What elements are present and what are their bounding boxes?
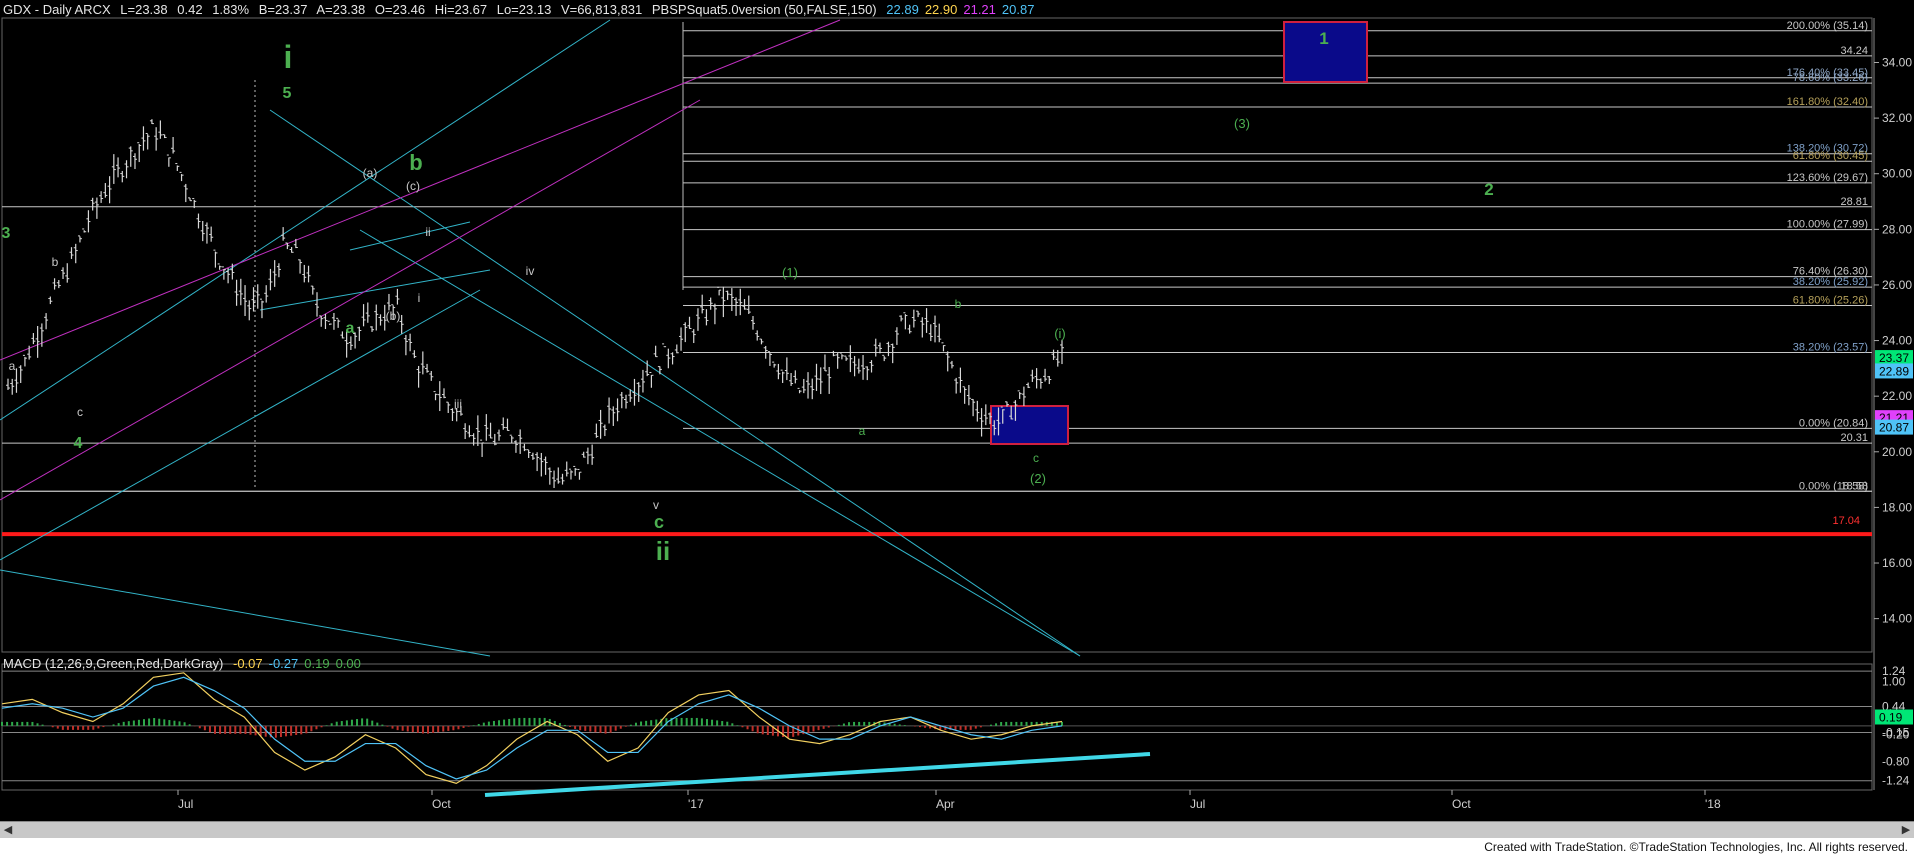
macd-value: -0.07	[232, 656, 263, 671]
wave-label: b	[409, 150, 422, 175]
wave-label: (2)	[1030, 471, 1046, 486]
wave-label: 4	[74, 435, 83, 452]
wave-label: 3	[2, 225, 11, 242]
fib-label: 161.80% (32.40)	[1787, 96, 1868, 108]
macd-value: 0.19	[304, 656, 330, 671]
fib-label: 78.60% (33.26)	[1793, 72, 1868, 84]
trend-channel-line	[0, 569, 491, 657]
price-chart[interactable]: 200.00% (35.14)34.24176.40% (33.45)78.60…	[0, 0, 1914, 821]
fib-label: 0.00% (18.58)	[1799, 480, 1868, 492]
macd-tick-label: -1.24	[1882, 774, 1910, 788]
x-axis-tick-label: '18	[1705, 797, 1721, 811]
y-axis-tick-label: 20.00	[1882, 445, 1912, 459]
wave-label: c	[654, 512, 664, 532]
y-axis-tick-label: 24.00	[1882, 334, 1912, 348]
wave-label: (1)	[782, 265, 798, 280]
wave-label: (i)	[1054, 326, 1066, 341]
x-axis-tick-label: Jul	[1190, 797, 1205, 811]
trend-channel-line	[0, 19, 611, 421]
fib-label: 17.04	[1832, 515, 1860, 527]
macd-tick-label: -0.80	[1882, 754, 1910, 768]
y-axis-tick-label: 34.00	[1882, 55, 1912, 69]
y-axis-tick-label: 32.00	[1882, 111, 1912, 125]
scroll-right-icon[interactable]: ▶	[1898, 822, 1914, 838]
copyright-footer: Created with TradeStation. ©TradeStation…	[1484, 840, 1908, 854]
macd-trendline	[484, 752, 1151, 797]
x-axis-tick-label: Oct	[1452, 797, 1471, 811]
macd-header: MACD (12,26,9,Green,Red,DarkGray) -0.07-…	[3, 656, 373, 671]
wave-label: (c)	[406, 179, 420, 193]
y-axis-tick-label: 28.00	[1882, 222, 1912, 236]
wave-label: b	[955, 297, 962, 311]
wave-label: (a)	[363, 166, 378, 180]
fib-label: 20.31	[1840, 432, 1868, 444]
footer-bar: Created with TradeStation. ©TradeStation…	[0, 838, 1914, 856]
fib-label: 34.24	[1840, 45, 1868, 57]
y-axis-tick-label: 26.00	[1882, 278, 1912, 292]
wave-label: c	[1033, 451, 1039, 465]
y-axis-tick-label: 22.00	[1882, 389, 1912, 403]
trend-channel-line	[349, 221, 471, 251]
price-tag-label: 23.37	[1879, 351, 1909, 365]
y-axis-tick-label: 16.00	[1882, 556, 1912, 570]
trend-channel-line	[0, 19, 841, 361]
price-tag-label: 22.89	[1879, 364, 1909, 378]
fib-label: 200.00% (35.14)	[1787, 20, 1868, 32]
x-axis-tick-label: '17	[688, 797, 704, 811]
horizontal-scrollbar[interactable]: ◀ ▶	[0, 821, 1914, 839]
macd-label: MACD (12,26,9,Green,Red,DarkGray)	[3, 656, 224, 671]
wave-label: v	[653, 498, 659, 512]
wave-label: a	[346, 320, 355, 337]
fib-label: 61.80% (30.45)	[1793, 150, 1868, 162]
x-axis-tick-label: Apr	[936, 797, 955, 811]
wave-label: a	[9, 359, 16, 373]
wave-label: 5	[283, 85, 292, 102]
fib-label: 61.80% (25.26)	[1793, 295, 1868, 307]
fib-label: 38.20% (23.57)	[1793, 342, 1868, 354]
wave-label: a	[859, 424, 866, 438]
wave-label: ii	[425, 225, 430, 239]
trend-channel-line	[0, 99, 701, 501]
y-axis-tick-label: 18.00	[1882, 500, 1912, 514]
wave-label: b	[52, 255, 59, 269]
macd-value: -0.27	[268, 656, 299, 671]
x-axis-tick-label: Oct	[432, 797, 451, 811]
wave-label: iii	[454, 397, 462, 411]
wave-label: iv	[526, 264, 535, 278]
macd-panel-frame	[1, 663, 1873, 791]
fib-label: 0.00% (20.84)	[1799, 417, 1868, 429]
wave-label: ii	[656, 536, 670, 566]
signal-line	[1, 676, 1063, 780]
y-axis-tick-label: 30.00	[1882, 167, 1912, 181]
macd-line	[1, 672, 1063, 785]
wave-label: i	[284, 39, 293, 75]
wave-label: (3)	[1234, 116, 1250, 131]
fib-label: 28.81	[1840, 196, 1868, 208]
price-panel-frame	[1, 17, 1873, 653]
wave-label: 1	[1319, 29, 1328, 48]
price-tag-label: 20.87	[1879, 421, 1909, 435]
fib-label: 123.60% (29.67)	[1787, 172, 1868, 184]
fib-label: 38.20% (25.92)	[1793, 276, 1868, 288]
macd-tag-label: 0.19	[1879, 710, 1903, 724]
macd-value: 0.00	[335, 656, 361, 671]
macd-tick-label: 1.00	[1882, 675, 1906, 689]
macd-values: -0.07 -0.27 0.19 0.00	[233, 656, 367, 671]
fib-label: 100.00% (27.99)	[1787, 219, 1868, 231]
scroll-left-icon[interactable]: ◀	[0, 822, 16, 838]
wave-label: c	[77, 405, 83, 419]
wave-label: i	[418, 291, 421, 305]
x-axis-tick-label: Jul	[178, 797, 193, 811]
macd-tick-label: -0.20	[1882, 728, 1910, 742]
wave-label: 2	[1484, 180, 1493, 199]
wave-label: (b)	[386, 309, 401, 323]
trend-channel-line	[269, 109, 1081, 657]
y-axis-tick-label: 14.00	[1882, 612, 1912, 626]
